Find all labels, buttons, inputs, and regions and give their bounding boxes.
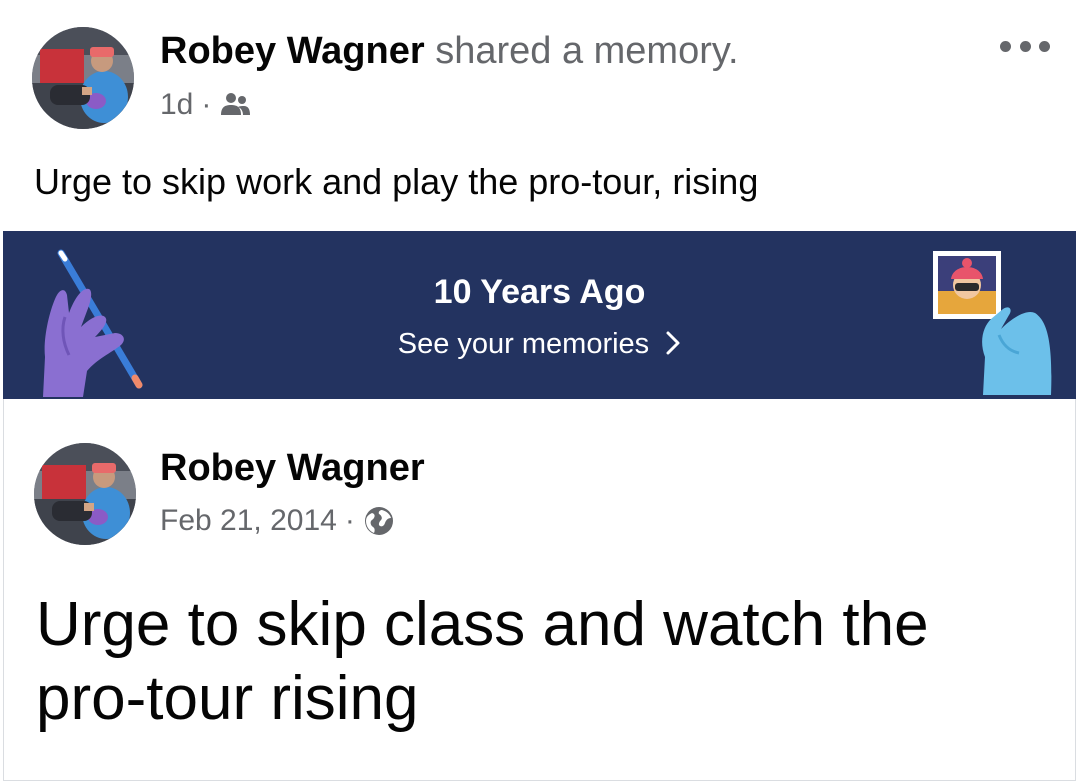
post-header: Robey Wagner shared a memory. 1d · (0, 0, 1079, 140)
see-memories-link[interactable]: See your memories (3, 325, 1076, 363)
meta-separator: · (201, 88, 212, 121)
meta-separator: · (344, 504, 355, 537)
chevron-right-icon (666, 331, 680, 355)
globe-icon[interactable] (363, 505, 395, 537)
hand-photo-illustration (933, 251, 1052, 395)
more-dot (1039, 40, 1050, 52)
memory-banner[interactable]: 10 Years Ago See your memories (3, 231, 1076, 399)
post-text: Urge to skip work and play the pro-tour,… (34, 161, 759, 202)
post-meta: 1d · (160, 85, 251, 125)
more-options-icon[interactable] (1000, 32, 1050, 60)
action-text: shared a memory. (435, 30, 739, 72)
original-post-date[interactable]: Feb 21, 2014 (160, 501, 337, 541)
hand-pencil-illustration (43, 249, 143, 397)
author-line: Robey Wagner shared a memory. (160, 28, 739, 74)
original-post-meta: Feb 21, 2014 · (160, 501, 395, 541)
banner-title: 10 Years Ago (433, 273, 646, 311)
original-author-avatar[interactable] (34, 443, 136, 545)
author-avatar[interactable] (32, 27, 134, 129)
more-dot (1000, 40, 1011, 52)
see-memories-label: See your memories (397, 328, 650, 360)
original-author-name[interactable]: Robey Wagner (160, 445, 425, 491)
more-dot (1019, 40, 1031, 52)
friends-icon[interactable] (219, 89, 251, 121)
author-name[interactable]: Robey Wagner (160, 30, 425, 72)
post-time[interactable]: 1d (160, 85, 193, 125)
original-post-text: Urge to skip class and watch the pro-tou… (36, 590, 929, 733)
